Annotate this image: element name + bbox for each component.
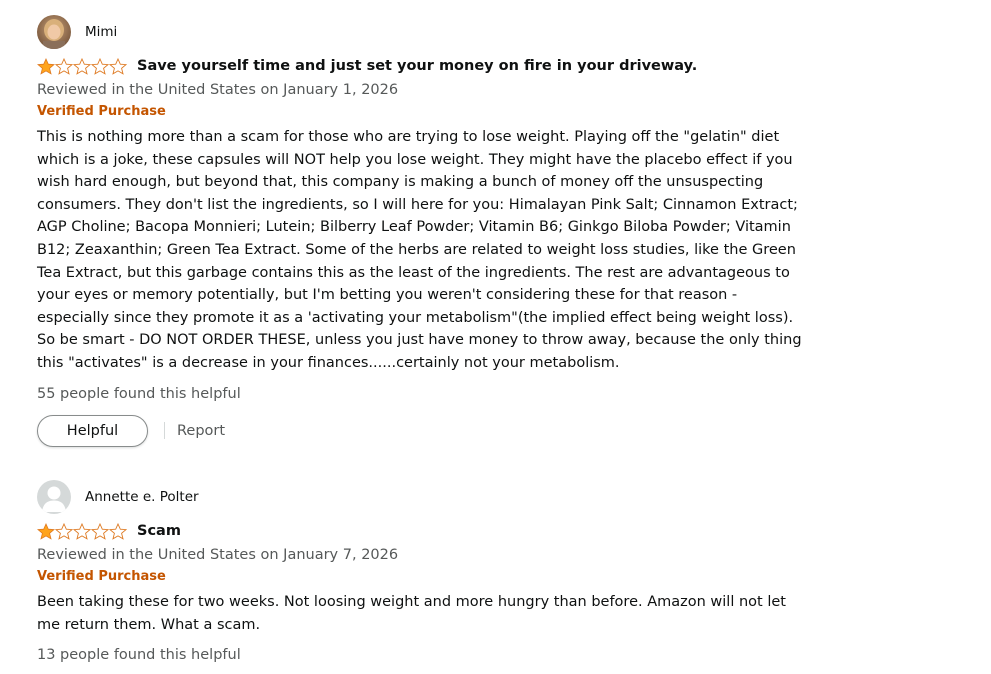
- avatar[interactable]: [37, 15, 71, 49]
- star-filled-icon: [37, 522, 55, 540]
- verified-purchase-badge[interactable]: Verified Purchase: [37, 102, 817, 121]
- review-body: This is nothing more than a scam for tho…: [37, 129, 802, 371]
- verified-purchase-badge[interactable]: Verified Purchase: [37, 567, 817, 586]
- star-empty-icon: [55, 522, 73, 540]
- reviewer-name[interactable]: Annette e. Polter: [85, 489, 199, 505]
- review-title[interactable]: Save yourself time and just set your mon…: [137, 58, 697, 74]
- review-body: Been taking these for two weeks. Not loo…: [37, 594, 786, 633]
- review-card: Annette e. Polter Scam Reviewed in the U…: [37, 479, 817, 665]
- divider: [164, 422, 165, 440]
- review-title[interactable]: Scam: [137, 523, 181, 539]
- star-empty-icon: [91, 57, 109, 75]
- helpful-count: 55 people found this helpful: [37, 385, 241, 402]
- star-empty-icon: [109, 57, 127, 75]
- helpful-count: 13 people found this helpful: [37, 647, 241, 664]
- star-empty-icon: [73, 522, 91, 540]
- review-date: Reviewed in the United States on January…: [37, 82, 399, 98]
- report-link[interactable]: Report: [177, 423, 225, 439]
- review-date: Reviewed in the United States on January…: [37, 547, 399, 563]
- review-card: Mimi Save yourself time and just set you…: [37, 14, 817, 447]
- reviewer-profile[interactable]: Annette e. Polter: [37, 479, 817, 515]
- reviewer-profile[interactable]: Mimi: [37, 14, 817, 50]
- star-empty-icon: [109, 522, 127, 540]
- reviewer-name[interactable]: Mimi: [85, 24, 117, 40]
- star-rating[interactable]: [37, 522, 127, 540]
- default-user-icon[interactable]: [37, 480, 71, 514]
- star-empty-icon: [91, 522, 109, 540]
- star-empty-icon: [73, 57, 91, 75]
- star-empty-icon: [55, 57, 73, 75]
- star-rating[interactable]: [37, 57, 127, 75]
- helpful-button[interactable]: Helpful: [37, 414, 148, 447]
- star-filled-icon: [37, 57, 55, 75]
